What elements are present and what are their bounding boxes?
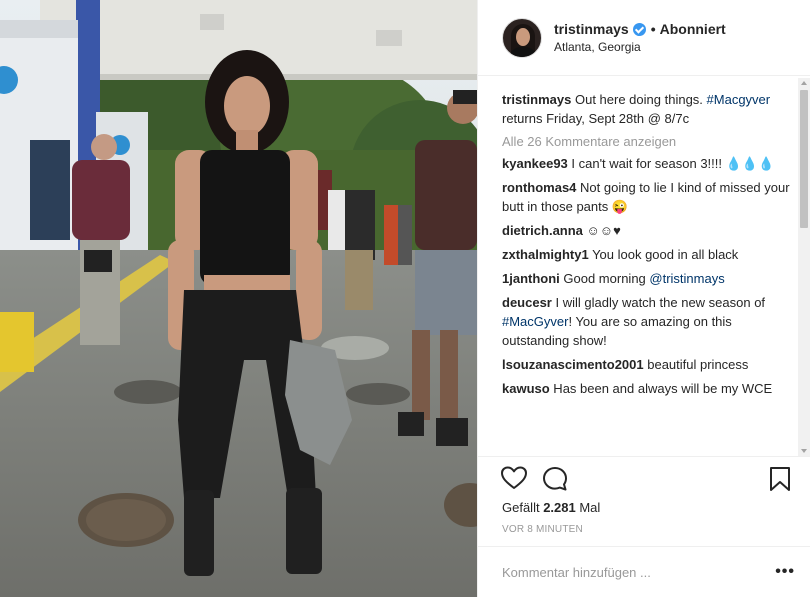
verified-badge-icon xyxy=(632,22,646,36)
likes-count[interactable]: Gefällt 2.281 Mal xyxy=(502,500,600,515)
likes-number: 2.281 xyxy=(543,500,576,515)
scroll-down-arrow-icon[interactable] xyxy=(801,449,807,453)
view-all-comments-link[interactable]: Alle 26 Kommentare anzeigen xyxy=(502,133,795,151)
comments-scrollbar[interactable] xyxy=(798,78,810,456)
comment-item: 1janthoni Good morning @tristinmays xyxy=(502,269,795,288)
post-header: tristinmays • Abonniert Atlanta, Georgia xyxy=(478,0,810,76)
caption-text-end: returns Friday, Sept 28th @ 8/7c xyxy=(502,111,690,126)
comment-item: kyankee93 I can't wait for season 3!!!! … xyxy=(502,154,795,173)
comment-username[interactable]: ronthomas4 xyxy=(502,180,576,195)
avatar[interactable] xyxy=(502,17,542,58)
likes-prefix: Gefällt xyxy=(502,500,544,515)
comment-item: kawuso Has been and always will be my WC… xyxy=(502,379,795,398)
comment-text: beautiful princess xyxy=(643,357,749,372)
comment-input[interactable] xyxy=(502,564,776,580)
comment-item: lsouzanascimento2001 beautiful princess xyxy=(502,355,795,374)
post-photo[interactable] xyxy=(0,0,477,597)
likes-suffix: Mal xyxy=(575,500,601,515)
comment-text: Has been and always will be my WCE xyxy=(549,381,773,396)
caption-username[interactable]: tristinmays xyxy=(502,92,571,107)
post-timestamp: VOR 8 MINUTEN xyxy=(502,524,583,535)
comment-text: You look good in all black xyxy=(588,247,739,262)
follow-button[interactable]: Abonniert xyxy=(660,21,726,37)
scrollbar-thumb[interactable] xyxy=(800,90,808,228)
scroll-up-arrow-icon[interactable] xyxy=(801,81,807,85)
comment-username[interactable]: dietrich.anna xyxy=(502,223,583,238)
photo-illustration xyxy=(0,0,477,597)
comment-item: ronthomas4 Not going to lie I kind of mi… xyxy=(502,178,795,216)
comment-username[interactable]: kyankee93 xyxy=(502,156,568,171)
comment-text: I will gladly watch the new season of xyxy=(551,295,766,310)
heart-icon[interactable] xyxy=(501,466,527,495)
header-row: tristinmays • Abonniert xyxy=(554,21,726,37)
comment-item: dietrich.anna ☺☺♥ xyxy=(502,221,795,240)
comment-mention[interactable]: @tristinmays xyxy=(649,271,724,286)
caption-hashtag[interactable]: #Macgyver xyxy=(707,92,771,107)
bookmark-icon[interactable] xyxy=(769,466,791,497)
comment-username[interactable]: deucesr xyxy=(502,295,552,310)
comment-username[interactable]: 1janthoni xyxy=(502,271,560,286)
comment-username[interactable]: zxthalmighty1 xyxy=(502,247,589,262)
comment-username[interactable]: kawuso xyxy=(502,381,550,396)
comment-username[interactable]: lsouzanascimento2001 xyxy=(502,357,644,372)
comment-item: zxthalmighty1 You look good in all black xyxy=(502,245,795,264)
comments-list: tristinmays Out here doing things. #Macg… xyxy=(478,76,810,456)
separator-dot: • xyxy=(650,21,656,37)
comment-text: Good morning xyxy=(559,271,650,286)
comment-hashtag[interactable]: #MacGyver xyxy=(502,314,568,329)
header-text: tristinmays • Abonniert Atlanta, Georgia xyxy=(554,21,726,54)
caption-text: Out here doing things. xyxy=(571,92,707,107)
post-details-panel: tristinmays • Abonniert Atlanta, Georgia… xyxy=(477,0,810,597)
add-comment-bar: ••• xyxy=(478,546,810,597)
more-options-icon[interactable]: ••• xyxy=(775,563,795,581)
comment-item: deucesr I will gladly watch the new seas… xyxy=(502,293,795,350)
comment-text: ☺☺♥ xyxy=(582,223,621,238)
post-actions xyxy=(478,456,810,500)
caption: tristinmays Out here doing things. #Macg… xyxy=(502,90,795,128)
comment-icon[interactable] xyxy=(542,466,568,497)
location-link[interactable]: Atlanta, Georgia xyxy=(554,40,726,54)
comment-text: I can't wait for season 3!!!! 💧💧💧 xyxy=(567,156,775,171)
username-link[interactable]: tristinmays xyxy=(554,21,629,37)
